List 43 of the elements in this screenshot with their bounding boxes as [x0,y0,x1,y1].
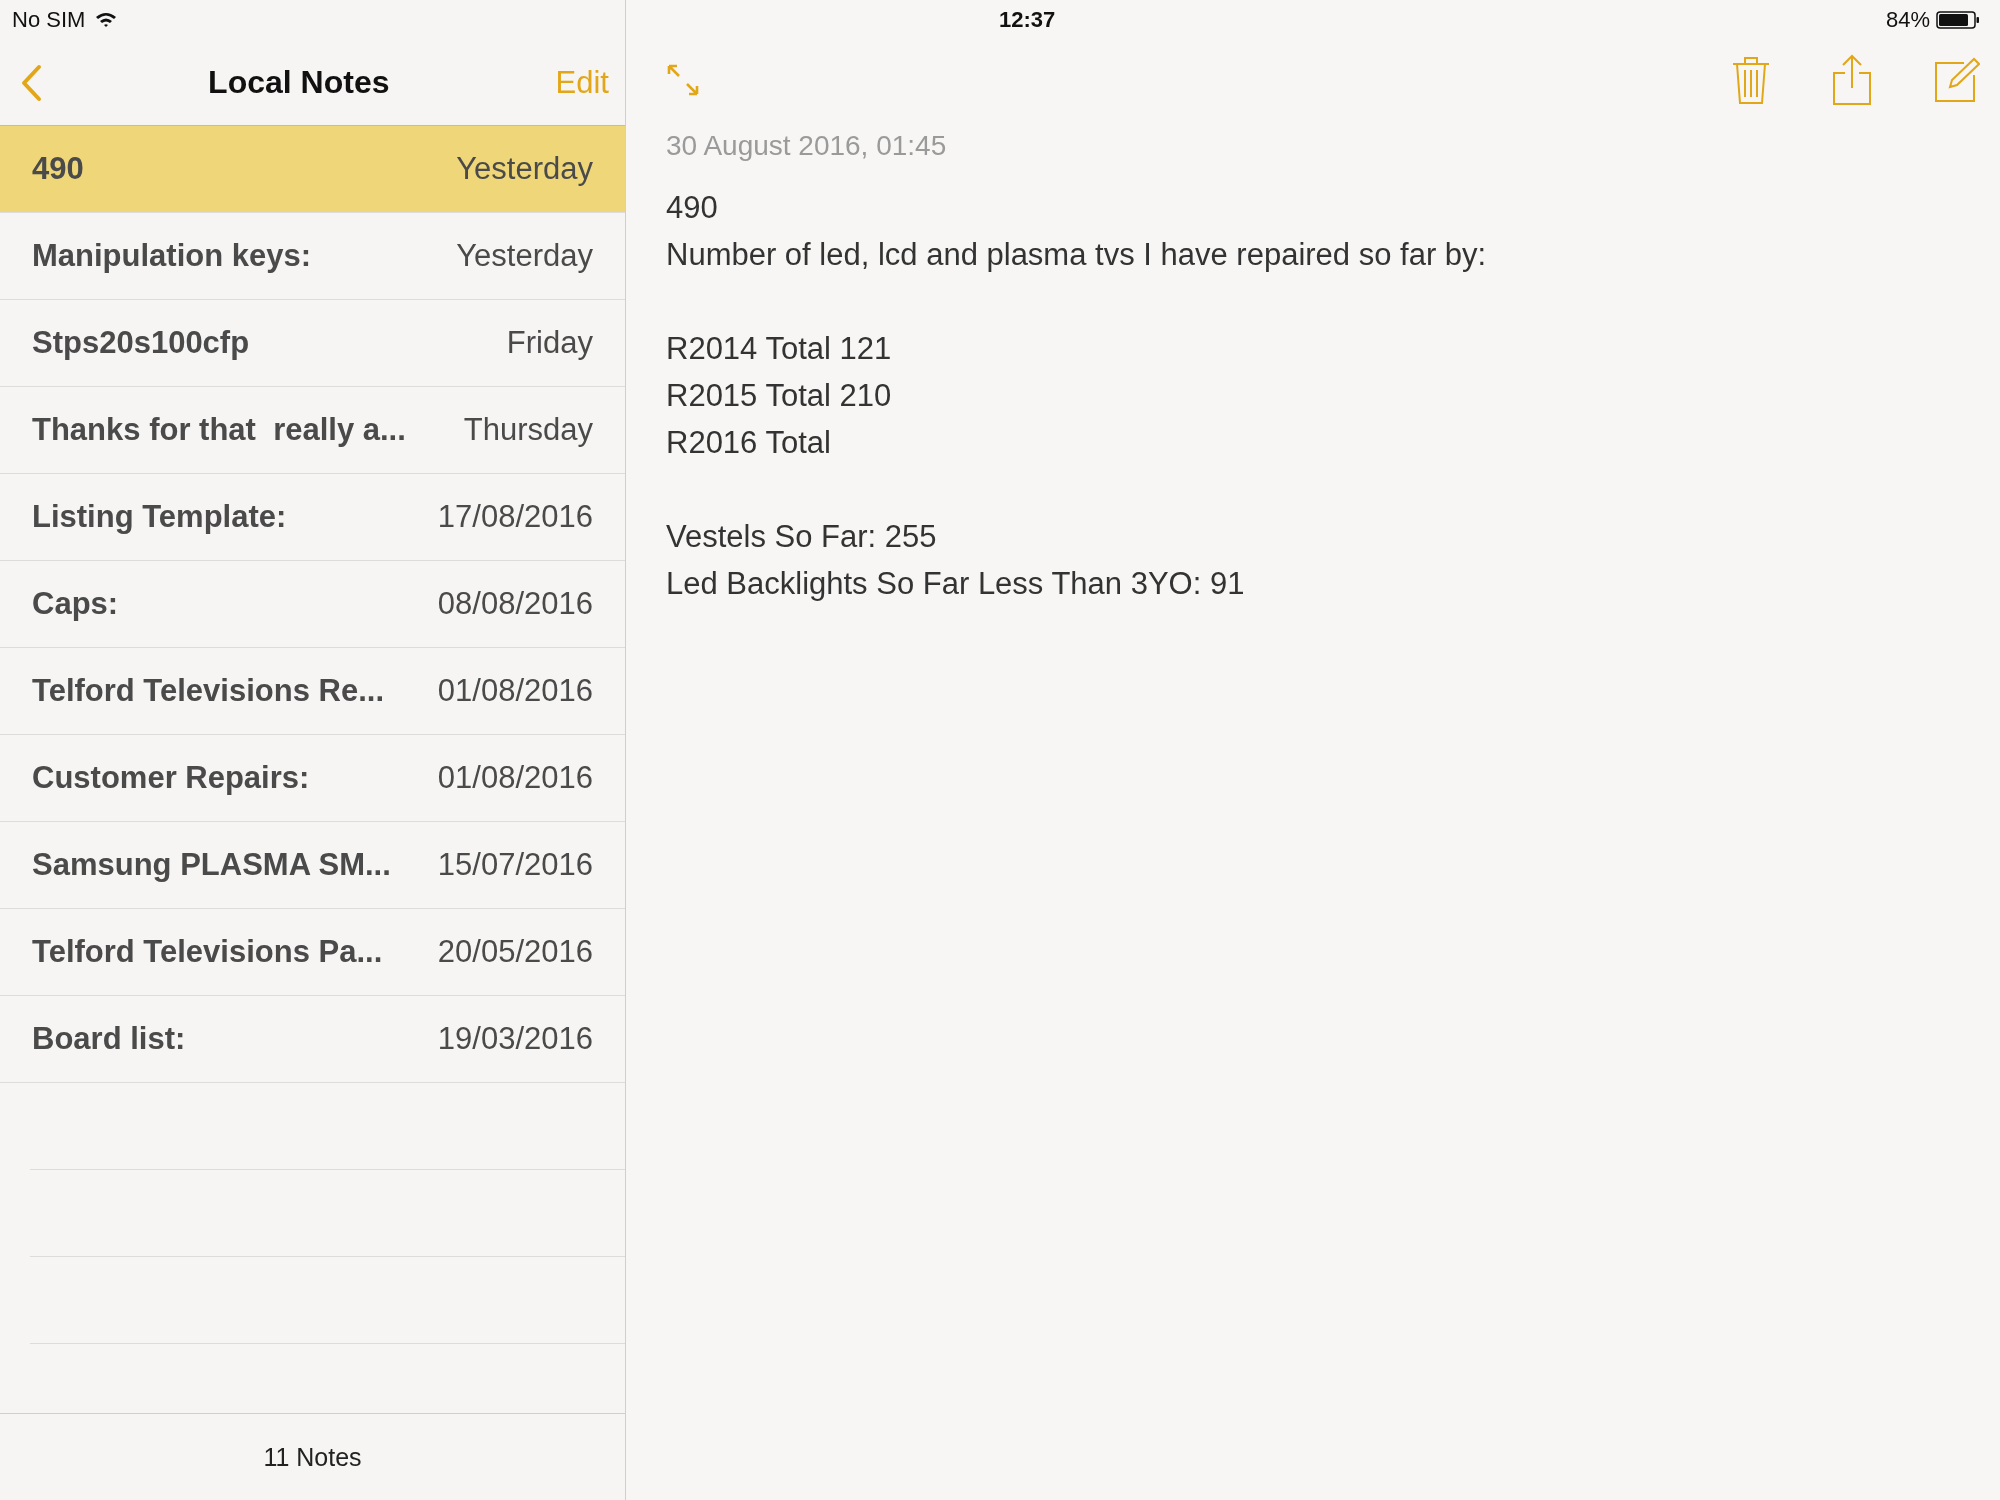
compose-icon[interactable] [1934,57,1980,103]
note-date-label: Yesterday [456,238,593,274]
note-title: Thanks for that really a... [32,412,406,448]
note-text-line: Number of led, lcd and plasma tvs I have repaired so far by: [666,236,1488,274]
note-title: Telford Televisions Re... [32,673,384,709]
note-date-label: 01/08/2016 [437,673,593,709]
clock-time: 12:37 [999,7,1056,33]
note-title: Customer Repairs: [32,760,310,796]
expand-arrows-icon[interactable] [666,63,700,97]
note-date-label: 17/08/2016 [437,499,593,535]
note-title: Samsung PLASMA SM... [32,847,391,883]
note-text-line: R2014 Total 121 [666,330,893,368]
note-title: Stps20s100cfp [32,325,250,361]
note-date-label: 15/07/2016 [437,847,593,883]
note-date-label: 08/08/2016 [437,586,593,622]
note-date-label: 19/03/2016 [437,1021,593,1057]
note-text-line: R2016 Total [666,424,832,462]
carrier-text: No SIM [12,7,86,33]
battery-icon [1936,11,1980,29]
note-title: Caps: [32,586,119,622]
note-title: Board list: [32,1021,186,1057]
share-icon[interactable] [1832,54,1872,106]
trash-icon[interactable] [1732,55,1770,105]
list-title: Local Notes [208,64,390,101]
note-date-label: Thursday [463,412,593,448]
note-date-label: Yesterday [456,151,593,187]
note-title: Manipulation keys: [32,238,312,274]
note-list-item[interactable]: 490 Yesterday [0,126,625,213]
wifi-icon [95,12,118,28]
note-date-label: 20/05/2016 [437,934,593,970]
note-title: 490 [32,151,84,187]
note-date-label: Friday [506,325,593,361]
notes-count: 11 Notes [263,1442,362,1472]
note-title: Listing Template: [32,499,287,535]
note-text-line: 490 [666,189,719,227]
note-date: 30 August 2016, 01:45 [666,130,948,162]
back-chevron-icon[interactable] [20,63,42,102]
battery-percentage: 84% [1885,7,1930,33]
note-date-label: 01/08/2016 [437,760,593,796]
note-text-line: Vestels So Far: 255 [666,518,938,556]
note-text-line: Led Backlights So Far Less Than 3YO: 91 [666,565,1246,603]
note-title: Telford Televisions Pa... [32,934,383,970]
note-text-line: R2015 Total 210 [666,377,893,415]
